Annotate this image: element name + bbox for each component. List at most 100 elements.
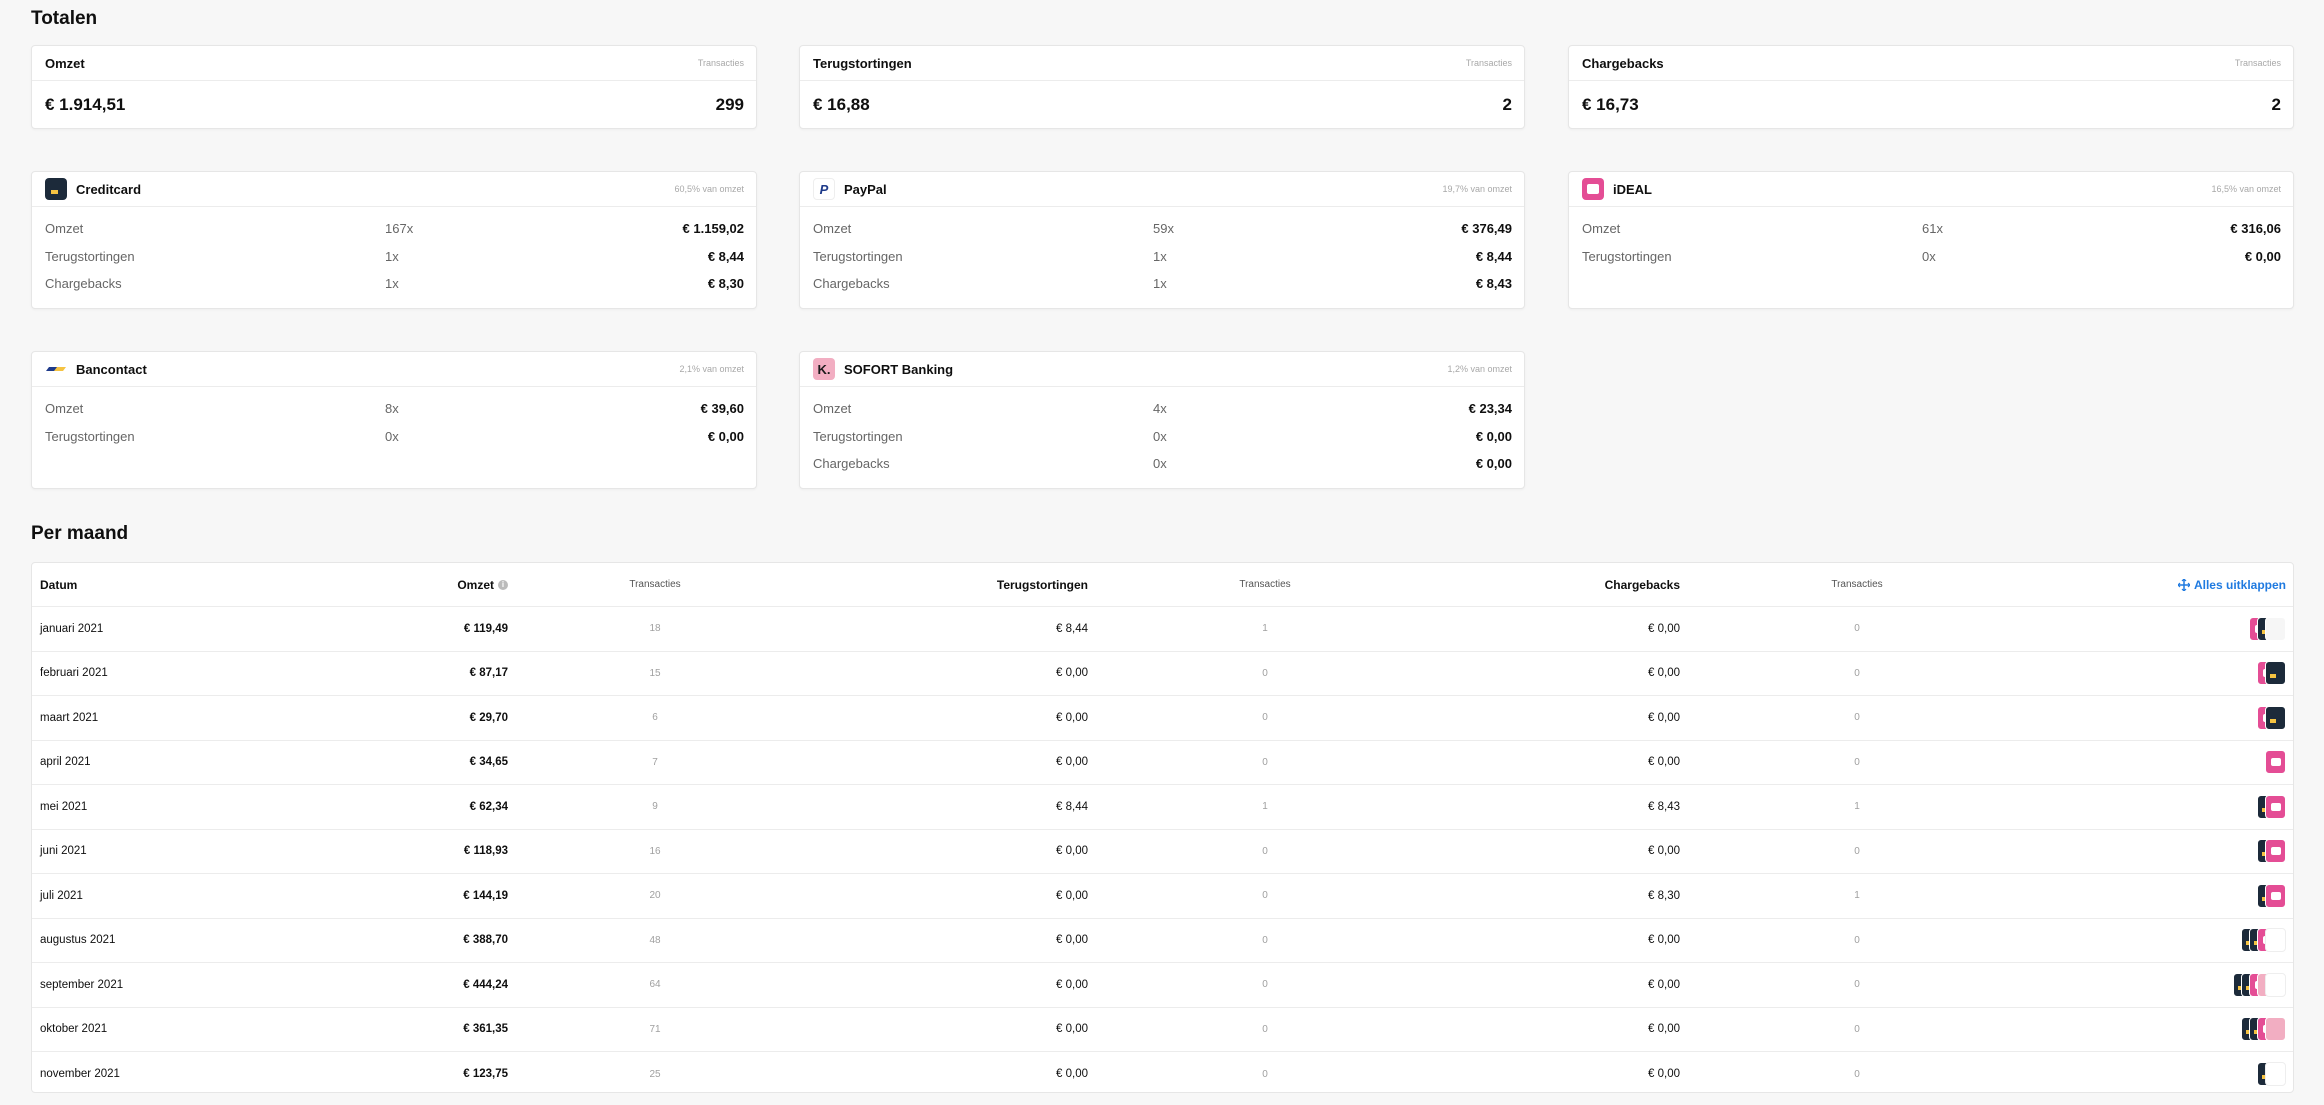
row-chargebacks: € 0,00 [1648,934,1680,947]
row-transactions: 15 [649,667,661,679]
row-payment-methods[interactable] [2257,785,2286,829]
row-payment-methods[interactable] [2241,919,2286,963]
row-revenue: € 144,19 [463,889,508,902]
row-revenue: € 118,93 [463,845,508,858]
row-date: juli 2021 [40,889,83,902]
row-chargeback-transactions: 0 [1854,1023,1860,1035]
row-transactions: 20 [649,890,661,902]
row-date: mei 2021 [40,800,88,813]
table-row[interactable]: januari 2021 € 119,49 18 € 8,44 1 € 0,00 0 [32,607,2293,652]
header-revenue: Omzet i [457,563,508,606]
method-card-ideal: iDEAL 16,5% van omzet Omzet 61x € 316,06 T… [1568,171,2294,309]
row-payment-methods[interactable] [2257,696,2286,740]
row-payment-methods[interactable] [2265,741,2286,785]
method-row-terugstortingen: Terugstortingen 1x € 8,44 [813,248,1512,264]
total-card-count: 2 [2271,95,2281,114]
row-revenue: € 123,75 [463,1068,508,1081]
bc-icon [2265,1062,2286,1087]
table-row[interactable]: februari 2021 € 87,17 15 € 0,00 0 € 0,00 0 [32,652,2293,696]
row-payment-methods[interactable] [2257,652,2286,696]
total-card-amount: € 16,88 [813,95,870,114]
monthly-title: Per maand [31,523,129,544]
row-payment-methods[interactable] [2257,830,2286,874]
method-card-sofort: K. SOFORT Banking 1,2% van omzet Omzet 4x €… [799,351,1525,489]
row-refund-transactions: 0 [1262,1068,1268,1080]
row-chargebacks: € 8,43 [1648,800,1680,813]
row-transactions: 16 [649,845,661,857]
total-card-amount: € 1.914,51 [45,95,126,114]
row-payment-methods[interactable] [2257,874,2286,918]
payment-method-stack [2249,616,2286,641]
row-payment-methods[interactable] [2233,963,2286,1007]
row-chargebacks: € 0,00 [1648,622,1680,635]
row-date: november 2021 [40,1068,120,1081]
row-date: augustus 2021 [40,934,116,947]
row-revenue: € 361,35 [463,1023,508,1036]
row-chargebacks: € 0,00 [1648,845,1680,858]
payment-method-stack [2233,972,2286,997]
row-chargebacks: € 0,00 [1648,1023,1680,1036]
table-row[interactable]: april 2021 € 34,65 7 € 0,00 0 € 0,00 0 [32,741,2293,785]
row-date: september 2021 [40,978,124,991]
total-card-meta: Transacties [697,58,744,68]
row-transactions: 71 [649,1023,661,1035]
table-header: Datum Omzet i Transacties Terugstortingen… [32,563,2293,607]
row-revenue: € 444,24 [463,978,508,991]
table-row[interactable]: augustus 2021 € 388,70 48 € 0,00 0 € 0,00 0 [32,919,2293,963]
method-name: PayPal [844,181,887,197]
row-revenue: € 87,17 [469,667,508,680]
pp-icon [2265,616,2286,641]
info-icon[interactable]: i [498,579,508,590]
row-refund-transactions: 0 [1262,712,1268,724]
method-row-omzet: Omzet 8x € 39,60 [45,401,744,417]
payment-method-stack [2241,1017,2286,1042]
row-refunds: € 8,44 [1056,622,1088,635]
method-share: 1,2% van omzet [1447,364,1512,374]
method-card-creditcard: Creditcard 60,5% van omzet Omzet 167x € 1.… [31,171,757,309]
payment-method-stack [2257,839,2286,864]
ideal-icon [2265,839,2286,864]
row-chargeback-transactions: 1 [1854,890,1860,902]
creditcard-icon [45,178,67,200]
cc-icon [2265,705,2286,730]
row-refund-transactions: 0 [1262,979,1268,991]
row-refund-transactions: 1 [1262,623,1268,635]
totals-title: Totalen [31,8,98,29]
row-refund-transactions: 0 [1262,667,1268,679]
row-refund-transactions: 0 [1262,1023,1268,1035]
row-payment-methods[interactable] [2249,607,2286,651]
method-row-omzet: Omzet 167x € 1.159,02 [45,221,744,237]
total-card-label: Terugstortingen [813,55,912,71]
row-refunds: € 0,00 [1056,845,1088,858]
bc-icon [2265,928,2286,953]
table-row[interactable]: maart 2021 € 29,70 6 € 0,00 0 € 0,00 0 [32,696,2293,741]
table-row[interactable]: juli 2021 € 144,19 20 € 0,00 0 € 8,30 1 [32,874,2293,919]
row-payment-methods[interactable] [2257,1052,2286,1097]
row-transactions: 7 [652,756,658,768]
table-row[interactable]: november 2021 € 123,75 25 € 0,00 0 € 0,00 0 [32,1052,2293,1097]
row-chargeback-transactions: 0 [1854,979,1860,991]
header-refunds: Terugstortingen [996,577,1088,592]
total-card-count: 2 [1502,95,1512,114]
row-payment-methods[interactable] [2241,1008,2286,1052]
table-row[interactable]: juni 2021 € 118,93 16 € 0,00 0 € 0,00 0 [32,830,2293,874]
expand-all-button[interactable]: Alles uitklappen [2177,563,2286,606]
row-chargebacks: € 8,30 [1648,889,1680,902]
row-chargeback-transactions: 0 [1854,756,1860,768]
row-refunds: € 0,00 [1056,1068,1088,1081]
table-row[interactable]: mei 2021 € 62,34 9 € 8,44 1 € 8,43 1 [32,785,2293,830]
table-row[interactable]: oktober 2021 € 361,35 71 € 0,00 0 € 0,00 0 [32,1008,2293,1052]
method-row-omzet: Omzet 61x € 316,06 [1582,221,2281,237]
row-refunds: € 0,00 [1056,1023,1088,1036]
sofort-icon [2265,1017,2286,1042]
ideal-icon [2265,794,2286,819]
row-transactions: 25 [649,1068,661,1080]
row-chargeback-transactions: 1 [1854,801,1860,813]
method-row-chargebacks: Chargebacks 1x € 8,30 [45,276,744,292]
method-row-omzet: Omzet 4x € 23,34 [813,401,1512,417]
method-row-terugstortingen: Terugstortingen 0x € 0,00 [813,428,1512,444]
row-transactions: 9 [652,801,658,813]
method-name: Bancontact [76,361,147,377]
table-row[interactable]: september 2021 € 444,24 64 € 0,00 0 € 0,00 0 [32,963,2293,1008]
total-card-amount: € 16,73 [1582,95,1639,114]
